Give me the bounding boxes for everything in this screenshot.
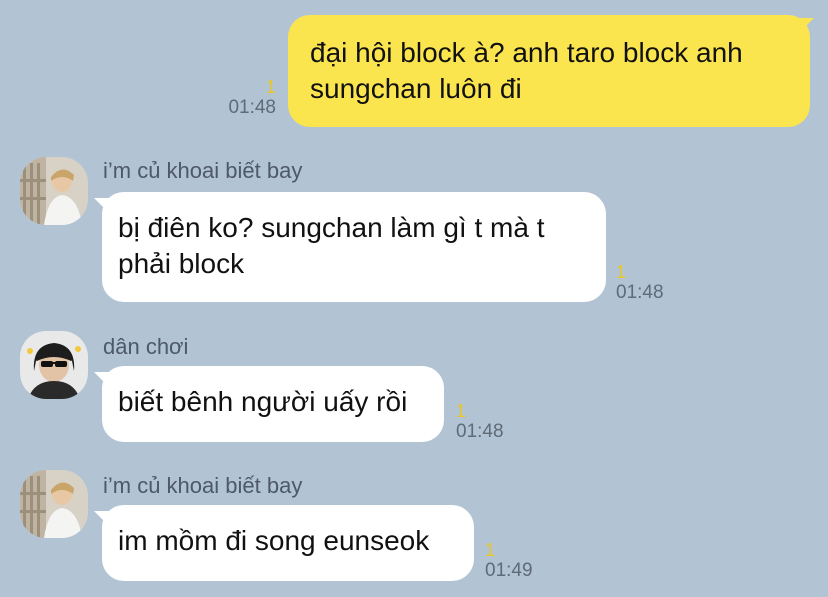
sender-name: i’m củ khoai biết bay	[103, 473, 303, 498]
message-bubble[interactable]: im mồm đi song eunseok	[102, 505, 474, 581]
message-time: 01:49	[485, 560, 533, 581]
person-photo-avatar[interactable]	[20, 157, 88, 225]
unread-count: 1	[616, 262, 627, 282]
unread-count: 1	[456, 401, 467, 421]
message-meta: 1 01:48	[616, 262, 664, 304]
sender-name: i’m củ khoai biết bay	[103, 158, 303, 183]
sender-name: dân chơi	[103, 334, 189, 359]
chat-area[interactable]: 1 01:48 đại hội block à? anh taro block …	[0, 0, 828, 597]
unread-count: 1	[265, 77, 276, 97]
avatar-photo-icon	[20, 157, 88, 225]
message-meta: 1 01:48	[456, 401, 504, 443]
message-time: 01:48	[616, 282, 664, 303]
message-meta: 1 01:48	[214, 77, 276, 119]
message-time: 01:48	[456, 421, 504, 442]
message-text: im mồm đi song eunseok	[118, 525, 430, 556]
message-meta: 1 01:49	[485, 540, 533, 582]
person-sunglasses-avatar[interactable]	[20, 331, 88, 399]
avatar-photo-icon	[20, 470, 88, 538]
message-time: 01:48	[228, 97, 276, 118]
message-text: đại hội block à? anh taro block anh sung…	[310, 37, 743, 104]
message-text: biết bênh người uấy rồi	[118, 386, 408, 417]
unread-count: 1	[485, 540, 496, 560]
message-bubble[interactable]: biết bênh người uấy rồi	[102, 366, 444, 442]
message-text: bị điên ko? sungchan làm gì t mà t phải …	[118, 212, 545, 279]
avatar-sunglasses-icon	[20, 331, 88, 399]
message-bubble[interactable]: bị điên ko? sungchan làm gì t mà t phải …	[102, 192, 606, 302]
person-photo-avatar[interactable]	[20, 470, 88, 538]
message-bubble[interactable]: đại hội block à? anh taro block anh sung…	[288, 15, 810, 127]
